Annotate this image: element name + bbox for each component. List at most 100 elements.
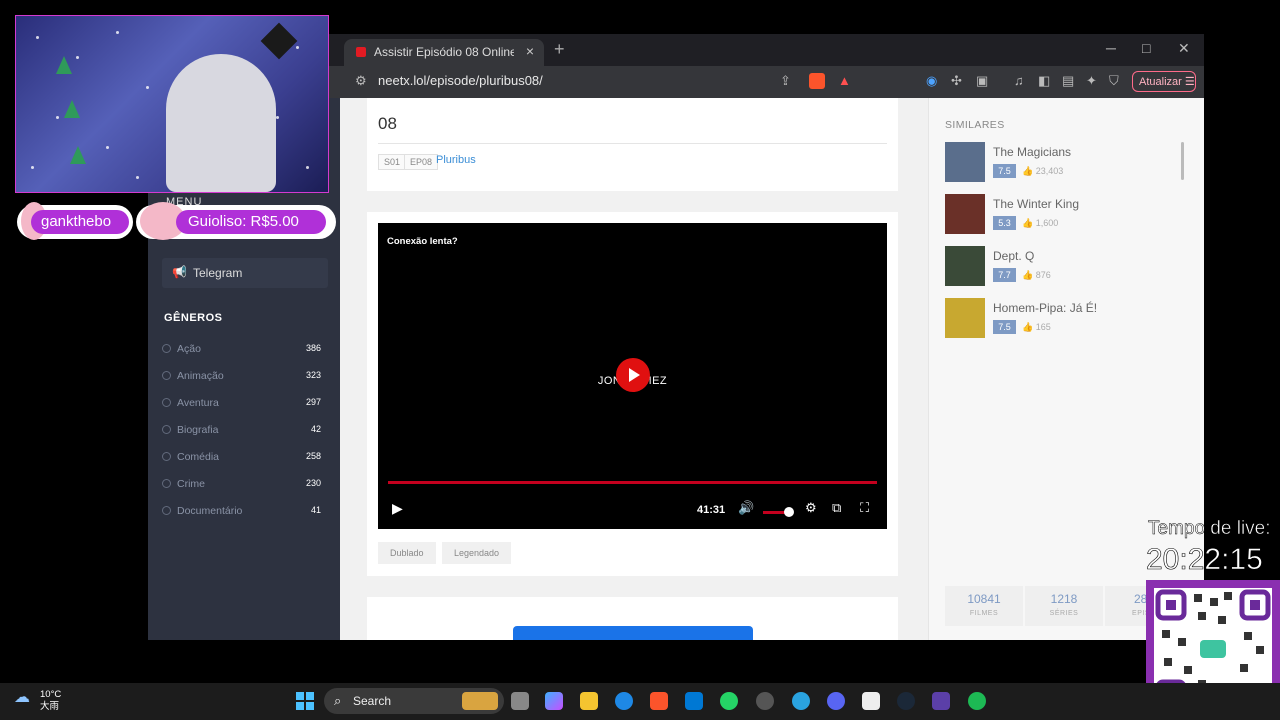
spotify-icon[interactable] bbox=[968, 692, 986, 710]
app-icon[interactable] bbox=[932, 692, 950, 710]
volume-knob[interactable] bbox=[784, 507, 794, 517]
genre-count: 297 bbox=[305, 397, 321, 407]
file-explorer-icon[interactable] bbox=[580, 692, 598, 710]
edge-icon[interactable] bbox=[615, 692, 633, 710]
video-player[interactable]: Conexão lenta? W y JONN OMEZ ▶ 41:31 🔊 ⚙… bbox=[378, 223, 887, 529]
thumbs-up-icon: 👍 bbox=[1022, 270, 1034, 280]
dubbed-button[interactable]: Dublado bbox=[378, 542, 436, 564]
capcut-icon[interactable] bbox=[862, 692, 880, 710]
vpn-shield-icon[interactable]: ⛉ bbox=[1109, 73, 1119, 89]
season-chip: S01 bbox=[378, 154, 407, 170]
genre-item[interactable]: Comédia 258 bbox=[162, 444, 328, 471]
genre-name: Biografia bbox=[177, 424, 219, 436]
brave-icon[interactable] bbox=[650, 692, 668, 710]
telegram-label: Telegram bbox=[193, 266, 243, 280]
copilot-icon[interactable] bbox=[545, 692, 563, 710]
volume-icon[interactable]: 🔊 bbox=[738, 500, 754, 516]
votes-count: 23,403 bbox=[1035, 166, 1064, 176]
poster-image bbox=[945, 142, 985, 182]
taskbar-search[interactable]: ⌕ Search bbox=[324, 688, 504, 714]
blue-action-button[interactable] bbox=[513, 626, 753, 640]
stat-number: 1218 bbox=[1050, 592, 1078, 606]
update-button[interactable]: Atualizar ☰ bbox=[1132, 71, 1196, 92]
genre-item[interactable]: Ação 386 bbox=[162, 336, 328, 363]
webcam-overlay bbox=[15, 15, 329, 193]
wallet-icon[interactable]: ▤ bbox=[1062, 73, 1074, 89]
big-play-button[interactable] bbox=[616, 358, 650, 392]
chat-bubble-1: gankthebo bbox=[17, 202, 133, 240]
minimize-button[interactable]: ─ bbox=[1106, 40, 1116, 56]
rating-badge: 7.7 bbox=[993, 268, 1016, 282]
popout-icon[interactable]: ⧉ bbox=[832, 500, 841, 516]
poster-image bbox=[945, 246, 985, 286]
genres-title: GÊNEROS bbox=[164, 312, 223, 324]
telegram-icon[interactable] bbox=[792, 692, 810, 710]
site-settings-icon[interactable]: ⚙ bbox=[355, 73, 367, 89]
similar-item[interactable]: Dept. Q 7.7 👍 876 bbox=[945, 246, 1185, 286]
thumbs-up-icon: 👍 bbox=[1022, 322, 1034, 332]
series-link[interactable]: Pluribus bbox=[436, 154, 476, 166]
steam-icon[interactable] bbox=[897, 692, 915, 710]
episode-chip: EP08 bbox=[404, 154, 439, 170]
similar-item[interactable]: Homem-Pipa: Já É! 7.5 👍 165 bbox=[945, 298, 1185, 338]
fullscreen-icon[interactable]: ⛶ bbox=[860, 500, 869, 516]
genre-count: 323 bbox=[305, 370, 321, 380]
extensions-icon[interactable]: ✣ bbox=[951, 73, 962, 89]
task-view-icon[interactable] bbox=[511, 692, 529, 710]
screenshot-icon[interactable]: ▣ bbox=[976, 73, 988, 89]
store-icon[interactable] bbox=[685, 692, 703, 710]
genre-item[interactable]: Animação 323 bbox=[162, 363, 328, 390]
play-icon[interactable]: ▶ bbox=[392, 500, 403, 517]
tab-close-button[interactable]: × bbox=[526, 43, 534, 59]
telegram-link[interactable]: 📢 Telegram bbox=[162, 258, 328, 288]
discord-icon[interactable] bbox=[827, 692, 845, 710]
similar-name: Homem-Pipa: Já É! bbox=[993, 301, 1098, 315]
sidebar-toggle-icon[interactable]: ◧ bbox=[1038, 73, 1050, 89]
chat-text-1: gankthebo bbox=[31, 210, 129, 234]
genre-item[interactable]: Aventura 297 bbox=[162, 390, 328, 417]
tab-active[interactable]: Assistir Episódio 08 Online em H × bbox=[344, 39, 544, 66]
progress-fill bbox=[388, 481, 877, 484]
similar-item[interactable]: The Magicians 7.5 👍 23,403 bbox=[945, 142, 1185, 182]
progress-bar[interactable] bbox=[388, 481, 877, 484]
leo-ai-icon[interactable]: ✦ bbox=[1086, 73, 1097, 89]
genre-radio-icon bbox=[162, 344, 171, 353]
whatsapp-icon[interactable] bbox=[720, 692, 738, 710]
windows-start-icon[interactable] bbox=[296, 692, 314, 710]
maximize-button[interactable]: □ bbox=[1142, 40, 1150, 56]
brave-rewards-icon[interactable]: ▲ bbox=[838, 73, 851, 88]
similar-name: Dept. Q bbox=[993, 249, 1035, 263]
poster-image bbox=[945, 194, 985, 234]
new-tab-button[interactable]: + bbox=[554, 39, 565, 60]
genre-count: 42 bbox=[310, 424, 321, 434]
stat-movies: 10841 FILMES bbox=[945, 586, 1023, 626]
obs-icon[interactable] bbox=[756, 692, 774, 710]
votes-count: 1,600 bbox=[1035, 218, 1059, 228]
close-window-button[interactable]: ✕ bbox=[1178, 40, 1190, 57]
settings-gear-icon[interactable]: ⚙ bbox=[805, 500, 817, 516]
genre-item[interactable]: Crime 230 bbox=[162, 471, 328, 498]
genre-item[interactable]: Documentário 41 bbox=[162, 498, 328, 525]
genre-name: Animação bbox=[177, 370, 224, 382]
thumbs-up-icon: 👍 bbox=[1022, 218, 1034, 228]
genre-name: Documentário bbox=[177, 505, 243, 517]
brave-shield-icon[interactable] bbox=[809, 73, 825, 89]
subtitled-button[interactable]: Legendado bbox=[442, 542, 512, 564]
search-highlight-icon bbox=[462, 692, 498, 710]
genres-list: Ação 386 Animação 323 Aventura 297 Biografi… bbox=[162, 336, 328, 525]
episode-info-card: 08 S01 EP08 Pluribus bbox=[367, 98, 898, 191]
genre-count: 386 bbox=[305, 343, 321, 353]
genre-item[interactable]: Biografia 42 bbox=[162, 417, 328, 444]
url-field[interactable]: neetx.lol/episode/pluribus08/ bbox=[378, 73, 543, 88]
share-icon[interactable]: ⇪ bbox=[780, 73, 791, 89]
search-icon: ⌕ bbox=[334, 693, 342, 708]
genre-name: Crime bbox=[177, 478, 205, 490]
slow-connection-link[interactable]: Conexão lenta? bbox=[387, 236, 458, 247]
search-label: Search bbox=[353, 694, 392, 708]
similar-item[interactable]: The Winter King 5.3 👍 1,600 bbox=[945, 194, 1185, 234]
player-card: Conexão lenta? W y JONN OMEZ ▶ 41:31 🔊 ⚙… bbox=[367, 212, 898, 576]
tree-ornament-icon bbox=[64, 100, 80, 118]
genre-radio-icon bbox=[162, 371, 171, 380]
wallet-wave-icon[interactable]: ◉ bbox=[926, 73, 937, 89]
music-icon[interactable]: ♫ bbox=[1014, 73, 1024, 88]
